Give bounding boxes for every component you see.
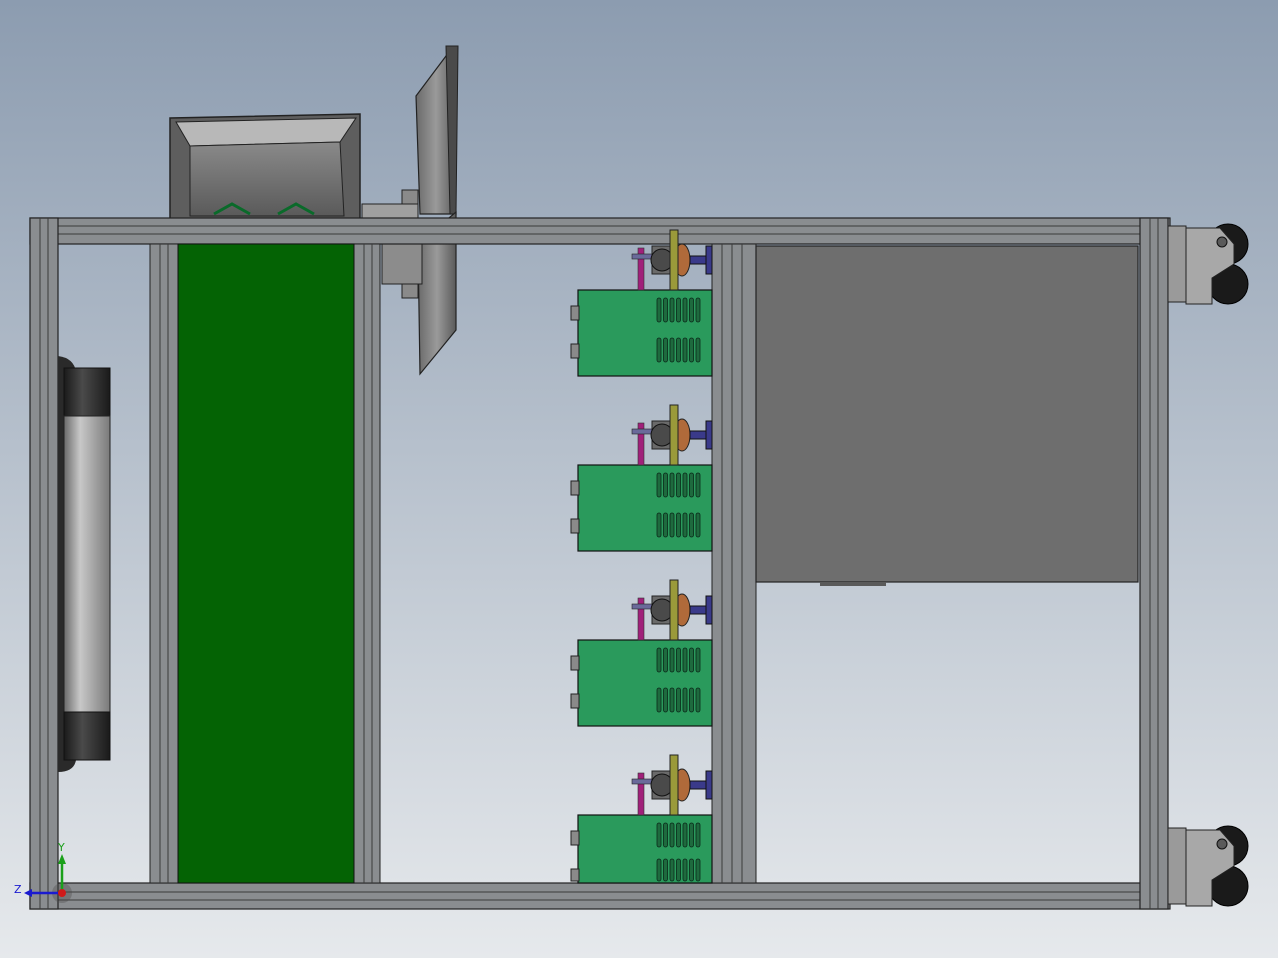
cad-viewport[interactable]: Y Z	[0, 0, 1278, 958]
assembly-drawing: Y Z	[0, 0, 1278, 958]
triad-z-label: Z	[14, 883, 22, 896]
roller[interactable]	[58, 356, 111, 772]
hopper[interactable]	[169, 113, 361, 221]
triad-y-label: Y	[57, 841, 65, 854]
conveyor-belt[interactable]	[177, 243, 355, 884]
control-panel[interactable]	[755, 245, 1139, 586]
